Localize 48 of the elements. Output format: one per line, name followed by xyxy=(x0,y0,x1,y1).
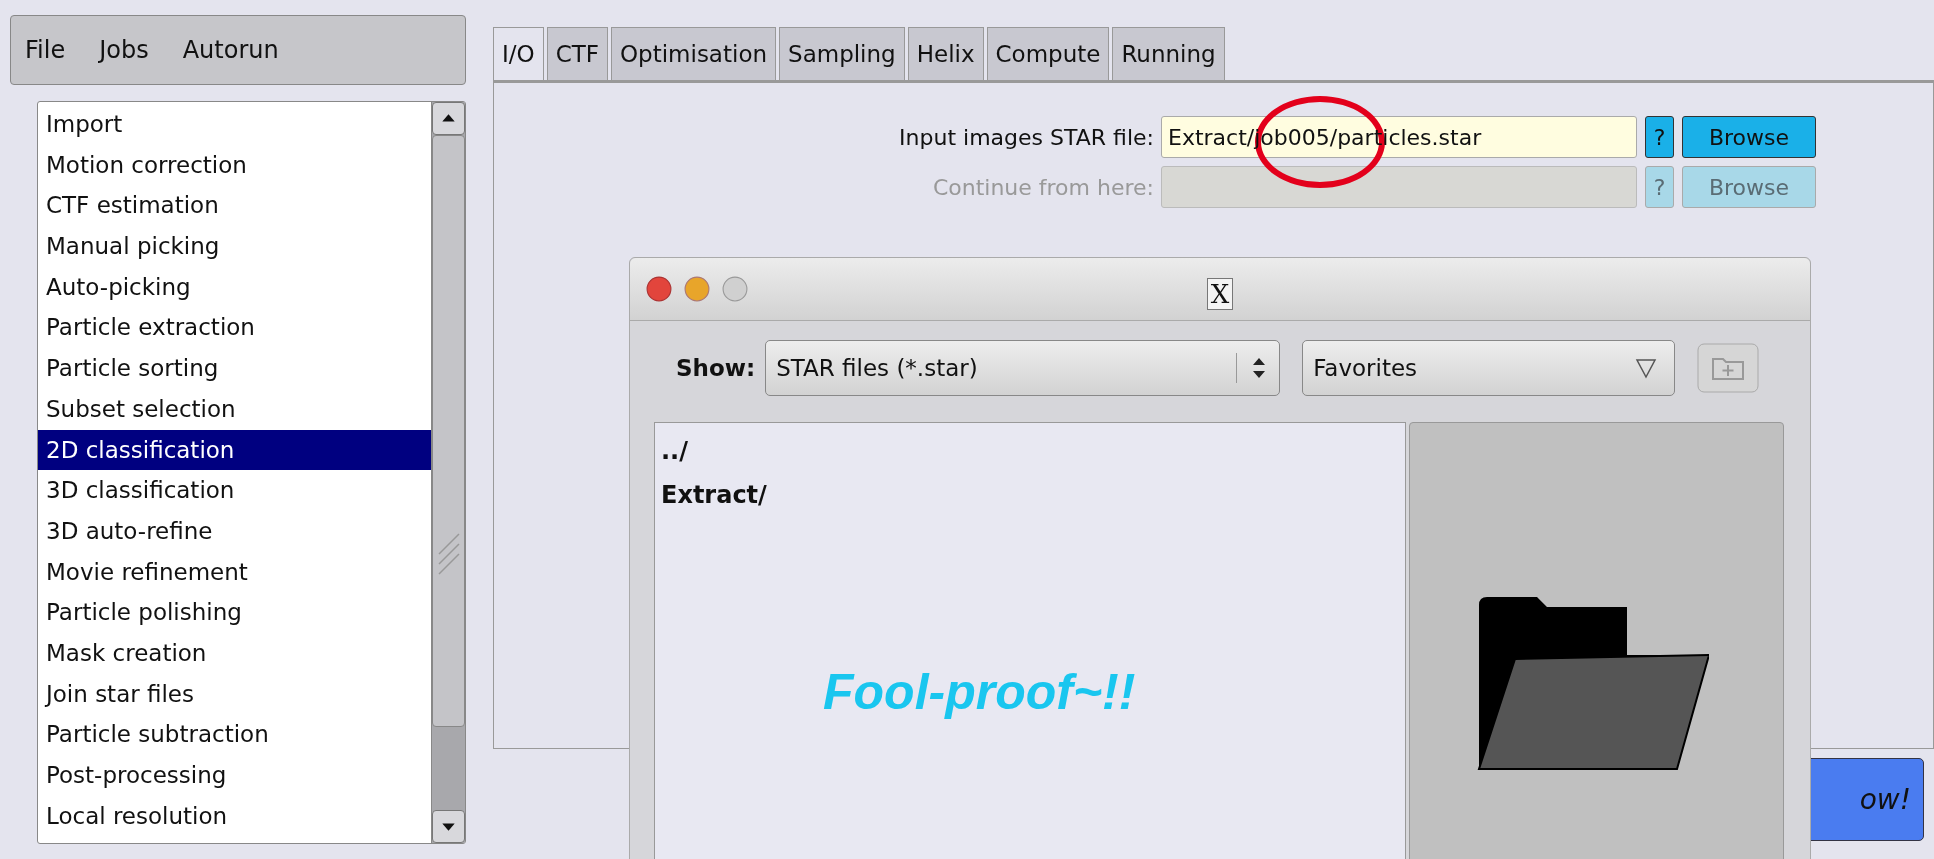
filter-dropdown[interactable]: STAR files (*.star) xyxy=(765,340,1281,396)
close-light-icon[interactable] xyxy=(646,276,672,302)
file-entry[interactable]: ../ xyxy=(661,429,1399,473)
location-dropdown[interactable]: Favorites xyxy=(1302,340,1676,396)
job-type-item[interactable]: Join star files xyxy=(38,673,431,715)
job-type-item[interactable]: Motion correction xyxy=(38,144,431,186)
field-label: Continue from here: xyxy=(931,174,1154,200)
job-type-item[interactable]: Local resolution xyxy=(38,795,431,837)
annotation-text: Fool-proof~!! xyxy=(823,663,1136,721)
job-type-item[interactable]: CTF estimation xyxy=(38,185,431,227)
job-type-item[interactable]: Movie refinement xyxy=(38,551,431,593)
menu-item[interactable]: File xyxy=(25,36,66,64)
tab[interactable]: CTF xyxy=(546,27,608,80)
tab[interactable]: Optimisation xyxy=(611,27,777,80)
field-label: Input images STAR file: xyxy=(898,124,1154,150)
menu-item[interactable]: Jobs xyxy=(99,36,149,64)
job-type-item[interactable]: Mask creation xyxy=(38,632,431,674)
tab[interactable]: I/O xyxy=(493,27,544,80)
job-type-item[interactable]: 3D auto-refine xyxy=(38,510,431,552)
file-entry[interactable]: Extract/ xyxy=(661,473,1399,517)
tab[interactable]: Running xyxy=(1112,27,1225,80)
browse-button[interactable]: Browse xyxy=(1682,116,1816,158)
new-folder-icon[interactable] xyxy=(1697,343,1760,393)
triangle-down-icon xyxy=(1634,356,1659,380)
zoom-light-icon[interactable] xyxy=(722,276,748,302)
window-title: X xyxy=(1206,278,1234,310)
help-button[interactable]: ? xyxy=(1645,116,1674,158)
job-type-item[interactable]: Particle extraction xyxy=(38,307,431,349)
job-type-item[interactable]: Post-processing xyxy=(38,755,431,796)
scroll-up-icon[interactable] xyxy=(432,102,465,135)
menu-item[interactable]: Autorun xyxy=(182,36,279,64)
job-type-item[interactable]: Manual picking xyxy=(38,226,431,267)
tab[interactable]: Helix xyxy=(907,27,984,80)
scrollbar[interactable] xyxy=(431,102,465,843)
job-type-item[interactable]: 2D classification xyxy=(38,429,431,471)
minimize-light-icon[interactable] xyxy=(684,276,710,302)
job-type-item[interactable]: 3D classification xyxy=(38,470,431,511)
job-type-item[interactable]: Particle polishing xyxy=(38,592,431,633)
job-type-item[interactable]: Particle sorting xyxy=(38,348,431,389)
job-type-item[interactable]: Particle subtraction xyxy=(38,714,431,755)
job-type-item[interactable]: Import xyxy=(38,104,431,145)
show-label: Show: xyxy=(676,355,756,381)
job-type-item[interactable]: Auto-picking xyxy=(38,266,431,308)
job-type-item[interactable]: Subset selection xyxy=(38,388,431,430)
tab[interactable]: Sampling xyxy=(779,27,905,80)
scroll-down-icon[interactable] xyxy=(432,810,465,843)
tab[interactable]: Compute xyxy=(986,27,1110,80)
folder-icon xyxy=(1477,595,1709,771)
